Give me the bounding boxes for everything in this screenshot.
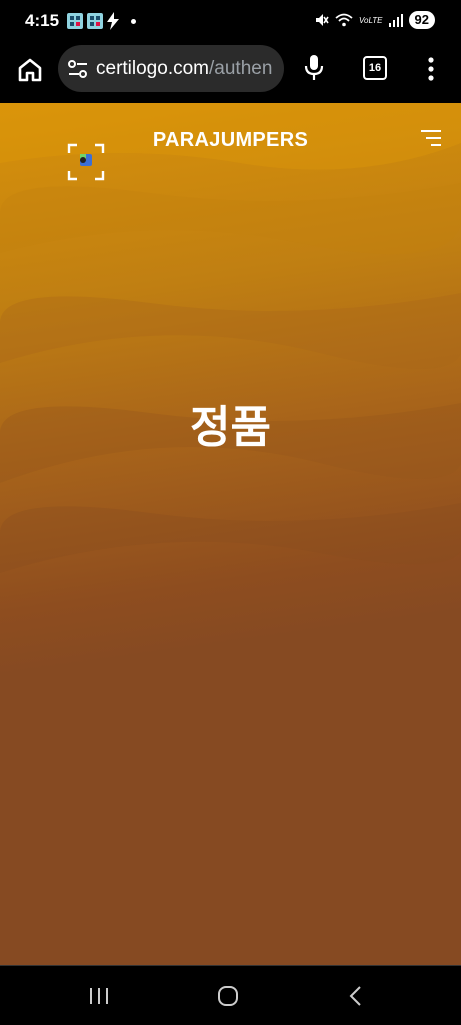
address-bar[interactable]: certilogo.com/authen bbox=[58, 45, 284, 92]
tune-icon[interactable] bbox=[67, 59, 89, 79]
brand-title: PARAJUMPERS bbox=[152, 129, 309, 151]
signal-icon bbox=[388, 13, 403, 27]
background-waves bbox=[0, 103, 461, 573]
status-time: 4:15 bbox=[25, 11, 60, 30]
bolt-icon bbox=[107, 12, 119, 30]
page-content: PARAJUMPERS 정품 bbox=[0, 103, 461, 965]
tabs-button[interactable]: 16 bbox=[363, 56, 387, 80]
recent-apps-icon[interactable] bbox=[88, 987, 110, 1005]
url-path: /authen bbox=[209, 58, 273, 79]
qr-app-icon bbox=[67, 13, 83, 29]
status-bar: 4:15 VoLTE 92 bbox=[0, 0, 461, 40]
url-text[interactable]: certilogo.com/authen bbox=[96, 58, 272, 80]
home-icon[interactable] bbox=[16, 56, 44, 84]
qr-app-icon-2 bbox=[87, 13, 103, 29]
browser-toolbar: certilogo.com/authen 16 bbox=[0, 40, 461, 103]
more-vert-icon[interactable] bbox=[427, 56, 435, 82]
volte-label: VoLTE bbox=[358, 15, 383, 25]
tab-count: 16 bbox=[368, 62, 382, 74]
mic-icon[interactable] bbox=[302, 54, 326, 82]
notification-icons bbox=[67, 12, 136, 30]
system-icons: VoLTE 92 bbox=[315, 11, 435, 29]
system-nav-bar bbox=[0, 965, 461, 1025]
mute-icon bbox=[315, 14, 329, 26]
nav-home-icon[interactable] bbox=[217, 986, 239, 1006]
wifi-icon bbox=[335, 13, 353, 27]
battery-badge: 92 bbox=[408, 11, 435, 29]
menu-icon[interactable] bbox=[419, 129, 443, 147]
notification-dot-icon bbox=[131, 18, 136, 24]
authenticity-verdict: 정품 bbox=[190, 402, 271, 453]
url-domain: certilogo.com bbox=[96, 58, 209, 79]
back-icon[interactable] bbox=[348, 985, 364, 1007]
